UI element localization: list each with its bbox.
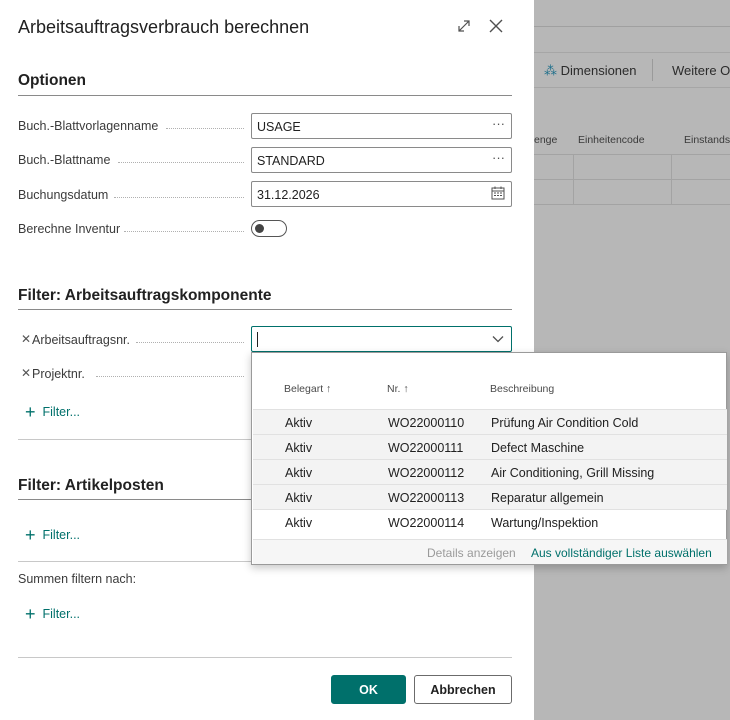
field-label-work-order-no: Arbeitsauftragsnr.: [32, 333, 130, 347]
label-leader: [124, 231, 244, 232]
grid-row: [534, 154, 730, 179]
batch-name-value: STANDARD: [257, 154, 325, 168]
expand-icon[interactable]: [452, 14, 476, 38]
lookup-footer: Details anzeigen Aus vollständiger Liste…: [253, 539, 727, 564]
label-leader: [136, 342, 244, 343]
action-separator: [652, 59, 653, 81]
close-icon[interactable]: [484, 14, 508, 38]
plus-icon: +: [25, 604, 36, 624]
cell-description: Prüfung Air Condition Cold: [491, 416, 639, 430]
background-divider: [534, 26, 730, 27]
field-label-template-name: Buch.-Blattvorlagenname: [18, 119, 159, 133]
field-label-calc-inventory: Berechne Inventur: [18, 222, 121, 236]
template-name-value: USAGE: [257, 120, 301, 134]
lookup-row[interactable]: Aktiv WO22000114 Wartung/Inspektion: [253, 509, 727, 534]
cell-doc-type: Aktiv: [285, 516, 313, 530]
section-divider: [18, 657, 512, 658]
grid-row: [534, 204, 730, 229]
batch-name-field[interactable]: STANDARD ···: [251, 147, 512, 173]
field-label-project-no: Projektnr.: [32, 367, 85, 381]
lookup-row[interactable]: Aktiv WO22000113 Reparatur allgemein: [253, 484, 727, 509]
section-component-filter-title: Filter: Arbeitsauftragskomponente: [18, 287, 272, 304]
add-filter-label: Filter...: [42, 405, 81, 419]
action-dimensions: ⁂ Dimensionen: [544, 63, 637, 78]
dimensions-icon: ⁂: [544, 63, 557, 78]
sort-ascending-icon: ↑: [403, 383, 409, 395]
section-item-ledger-filter-title: Filter: Artikelposten: [18, 477, 164, 494]
add-component-filter-link[interactable]: + Filter...: [25, 403, 80, 421]
cell-description: Defect Maschine: [491, 441, 585, 455]
column-header-no[interactable]: Nr. ↑: [387, 383, 409, 395]
cell-doc-type: Aktiv: [285, 441, 313, 455]
cancel-button[interactable]: Abbrechen: [414, 675, 512, 704]
cell-no: WO22000112: [388, 466, 465, 480]
background-action-bar: ⁂ Dimensionen Weitere Op: [534, 52, 730, 88]
more-icon[interactable]: ···: [492, 116, 505, 131]
grid-header-unit: Einheitencode: [578, 134, 645, 146]
sort-ascending-icon: ↑: [326, 383, 332, 395]
plus-icon: +: [25, 402, 36, 422]
cell-no: WO22000113: [388, 491, 465, 505]
grid-divider: [671, 154, 672, 205]
show-details-link[interactable]: Details anzeigen: [427, 546, 516, 560]
posting-date-field[interactable]: 31.12.2026: [251, 181, 512, 207]
work-order-lookup: Belegart ↑ Nr. ↑ Beschreibung Aktiv WO22…: [251, 352, 727, 565]
remove-filter-icon[interactable]: ✕: [21, 366, 31, 380]
grid-divider: [573, 154, 574, 205]
cell-no: WO22000114: [388, 516, 465, 530]
template-name-field[interactable]: USAGE ···: [251, 113, 512, 139]
field-label-posting-date: Buchungsdatum: [18, 188, 109, 202]
cell-doc-type: Aktiv: [285, 466, 313, 480]
calendar-icon[interactable]: [491, 186, 505, 203]
remove-filter-icon[interactable]: ✕: [21, 332, 31, 346]
chevron-down-icon[interactable]: [491, 332, 505, 349]
cell-description: Wartung/Inspektion: [491, 516, 599, 530]
cell-description: Air Conditioning, Grill Missing: [491, 466, 655, 480]
lookup-row[interactable]: Aktiv WO22000111 Defect Maschine: [253, 434, 727, 459]
cell-no: WO22000111: [388, 441, 464, 455]
select-from-full-list-link[interactable]: Aus vollständiger Liste auswählen: [531, 546, 712, 560]
toggle-knob: [255, 223, 264, 233]
column-header-doc-type[interactable]: Belegart ↑: [284, 383, 331, 395]
grid-header-quantity: enge: [534, 134, 558, 146]
ok-button[interactable]: OK: [331, 675, 406, 704]
cell-description: Reparatur allgemein: [491, 491, 604, 505]
calc-inventory-toggle[interactable]: [251, 220, 287, 237]
grid-header-cost: Einstandsp: [684, 134, 730, 146]
label-leader: [166, 128, 244, 129]
section-divider: [18, 309, 512, 310]
dialog-title: Arbeitsauftragsverbrauch berechnen: [18, 17, 310, 37]
lookup-row[interactable]: Aktiv WO22000110 Prüfung Air Condition C…: [253, 409, 727, 434]
section-divider: [18, 95, 512, 96]
lookup-row[interactable]: Aktiv WO22000112 Air Conditioning, Grill…: [253, 459, 727, 484]
action-more: Weitere Op: [672, 63, 730, 78]
label-leader: [118, 162, 244, 163]
work-order-no-field[interactable]: [251, 326, 512, 352]
add-totals-filter-link[interactable]: + Filter...: [25, 605, 80, 623]
label-leader: [96, 376, 244, 377]
grid-row: [534, 179, 730, 204]
add-filter-label: Filter...: [42, 607, 81, 621]
cell-doc-type: Aktiv: [285, 416, 313, 430]
cell-doc-type: Aktiv: [285, 491, 313, 505]
posting-date-value: 31.12.2026: [257, 188, 320, 202]
more-icon[interactable]: ···: [492, 150, 505, 165]
label-leader: [114, 197, 244, 198]
column-header-description[interactable]: Beschreibung: [490, 383, 554, 395]
text-caret: [257, 332, 258, 347]
totals-filter-label: Summen filtern nach:: [18, 572, 137, 586]
cell-no: WO22000110: [388, 416, 465, 430]
add-item-filter-link[interactable]: + Filter...: [25, 526, 80, 544]
section-options-title: Optionen: [18, 72, 87, 89]
field-label-batch-name: Buch.-Blattname: [18, 153, 111, 167]
plus-icon: +: [25, 525, 36, 545]
add-filter-label: Filter...: [42, 528, 81, 542]
